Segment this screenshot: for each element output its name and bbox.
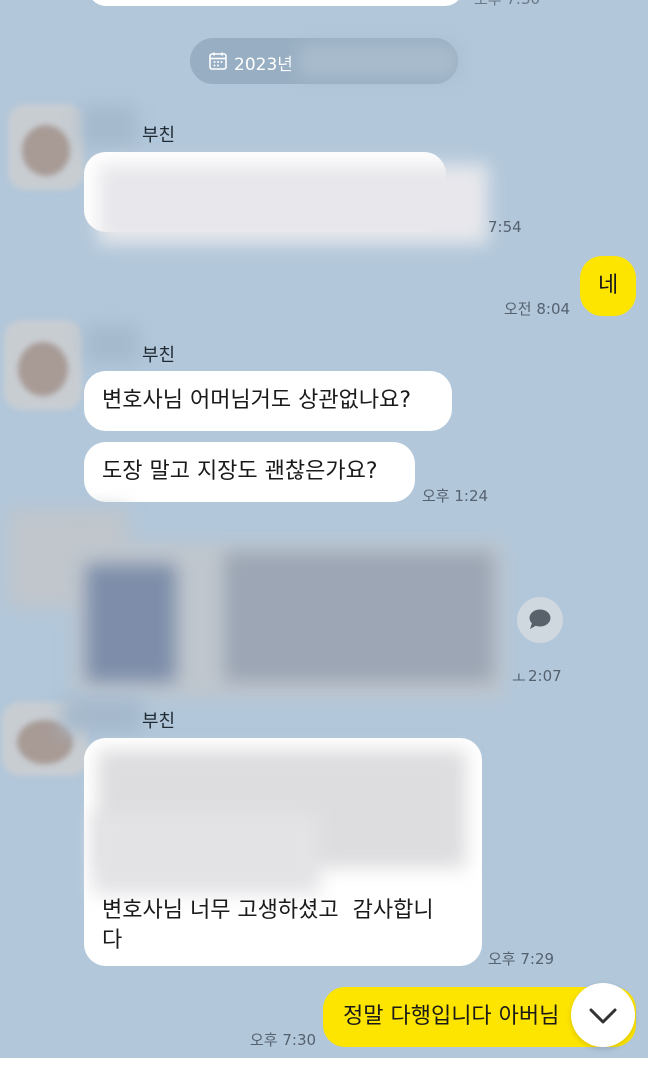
message-time: 오후 7:29 (488, 950, 555, 968)
previous-message-bubble[interactable] (88, 0, 463, 6)
sender-name: 부친 (142, 345, 176, 366)
sender-name-redacted (86, 326, 138, 362)
message-text: 변호사님 너무 고생하셨고 감사합니 다 (102, 898, 434, 953)
calendar-icon (208, 51, 228, 71)
sender-name-redacted (82, 106, 136, 146)
chevron-down-icon (589, 1008, 617, 1024)
message-time: 오후 1:24 (422, 487, 489, 505)
avatar[interactable] (8, 104, 84, 190)
message-time: 2:07 (528, 667, 562, 685)
sender-name: 부친 (142, 711, 176, 732)
image-attachment-content (224, 552, 494, 682)
previous-message-time: 오후 7:30 (474, 0, 540, 9)
message-time: 오후 7:30 (250, 1031, 317, 1049)
message-bubble[interactable] (84, 152, 488, 244)
message-text: 도장 말고 지장도 괜찮은가요? (102, 459, 378, 484)
date-divider: 2023년 (190, 38, 458, 84)
message-bubble[interactable]: 도장 말고 지장도 괜찮은가요? (84, 442, 415, 502)
scroll-to-bottom-button[interactable] (571, 983, 635, 1047)
bottom-bar (0, 1058, 648, 1066)
sender-name-redacted (62, 697, 142, 733)
date-divider-label: 2023년 (234, 55, 293, 75)
message-bubble[interactable]: 변호사님 너무 고생하셨고 감사합니 다 (84, 738, 482, 966)
image-attachment-content (86, 564, 176, 682)
speech-bubble-icon (529, 609, 551, 629)
image-attachment[interactable] (74, 542, 504, 697)
message-time-prefix: ㅗ (512, 669, 526, 687)
message-bubble-mine[interactable]: 네 (580, 256, 636, 316)
sender-name: 부친 (142, 125, 176, 146)
message-text: 정말 다행입니다 아버님 (343, 1004, 560, 1029)
message-text: 네 (598, 273, 619, 298)
message-time: 오전 8:04 (504, 300, 571, 318)
message-time: 7:54 (488, 218, 522, 236)
message-text: 변호사님 어머님거도 상관없나요? (102, 388, 412, 413)
date-divider-redacted (298, 44, 458, 78)
avatar[interactable] (4, 320, 82, 410)
message-text-redacted (92, 812, 320, 894)
message-bubble[interactable]: 변호사님 어머님거도 상관없나요? (84, 371, 452, 431)
share-button[interactable] (517, 597, 563, 643)
message-text-redacted (98, 164, 488, 244)
